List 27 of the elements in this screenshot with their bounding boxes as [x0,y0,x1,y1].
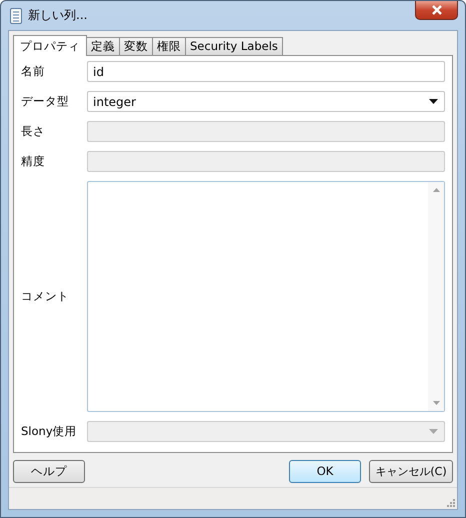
field-label: 名前 [21,64,46,79]
resize-grip-icon [447,499,455,507]
cancel-button[interactable]: キャンセル(C) [369,460,453,482]
tab[interactable]: Security Labels [185,37,283,55]
dropdown[interactable]: integer [87,91,445,112]
ok-button[interactable]: OK [289,460,361,482]
tab[interactable]: 変数 [119,37,153,55]
tab[interactable]: 定義 [86,37,120,55]
scroll-up-icon[interactable] [432,188,440,192]
field-label: 精度 [21,154,46,169]
close-button[interactable] [415,1,458,20]
tab[interactable]: プロパティ [13,35,87,56]
field-label: 長さ [21,124,46,139]
input-field[interactable]: id [87,61,445,82]
field-label: Slony使用 [21,424,78,439]
help-button[interactable]: ヘルプ [13,460,85,482]
text-area[interactable] [87,181,445,412]
caret-icon [429,429,438,434]
document-icon [10,8,22,24]
window-title: 新しい列... [28,7,88,24]
caret-icon [429,99,438,104]
close-icon [430,5,442,15]
field-label: コメント [21,289,70,304]
scrollbar[interactable] [428,182,444,411]
field-label: データ型 [21,94,70,109]
tab[interactable]: 権限 [152,37,186,55]
scroll-down-icon[interactable] [432,401,440,405]
